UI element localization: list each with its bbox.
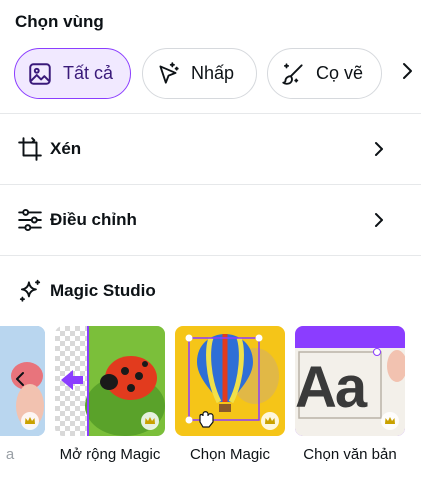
magic-expand-label: Mở rộng Magic bbox=[59, 446, 161, 463]
chips-scroll-right-button[interactable] bbox=[392, 48, 421, 99]
crop-label: Xén bbox=[50, 139, 82, 158]
magic-studio-title: Magic Studio bbox=[50, 281, 156, 300]
chip-all-label: Tất cả bbox=[63, 63, 114, 83]
chip-all[interactable]: Tất cả bbox=[14, 48, 131, 99]
magic-tools-carousel: a Mở rộng Magic Chọn Magic Aa Chọn văn b… bbox=[0, 326, 421, 487]
chip-click[interactable]: Nhấp bbox=[142, 48, 257, 99]
sliders-icon bbox=[17, 207, 43, 233]
selection-chips: Tất cả Nhấp Cọ vẽ bbox=[14, 48, 421, 99]
grab-text-tile[interactable]: Aa bbox=[295, 326, 405, 436]
premium-crown-icon bbox=[21, 412, 39, 430]
magic-studio-header: Magic Studio bbox=[0, 270, 421, 310]
chip-brush-label: Cọ vẽ bbox=[316, 63, 364, 83]
chevron-right-icon bbox=[371, 212, 387, 228]
magic-grab-tile[interactable] bbox=[175, 326, 285, 436]
divider bbox=[0, 255, 421, 256]
crop-row[interactable]: Xén bbox=[0, 114, 421, 184]
magic-expand-tile[interactable] bbox=[55, 326, 165, 436]
adjust-label: Điều chỉnh bbox=[50, 210, 137, 229]
section-title: Chọn vùng bbox=[15, 12, 104, 31]
adjust-row[interactable]: Điều chỉnh bbox=[0, 185, 421, 255]
grab-text-label: Chọn văn bản bbox=[303, 446, 397, 463]
premium-crown-icon bbox=[141, 412, 159, 430]
image-icon bbox=[27, 61, 53, 87]
text-tile-glyphs: Aa bbox=[295, 355, 367, 420]
sparkle-icon bbox=[17, 278, 43, 304]
chip-click-label: Nhấp bbox=[191, 63, 235, 83]
crop-icon bbox=[17, 136, 43, 162]
carousel-prev-button[interactable] bbox=[10, 370, 30, 392]
premium-crown-icon bbox=[381, 412, 399, 430]
magic-cursor-icon bbox=[155, 61, 181, 87]
chevron-right-icon bbox=[371, 141, 387, 157]
chip-brush[interactable]: Cọ vẽ bbox=[267, 48, 382, 99]
premium-crown-icon bbox=[261, 412, 279, 430]
chevron-left-icon bbox=[15, 371, 25, 392]
chevron-right-icon bbox=[401, 62, 413, 85]
magic-grab-label: Chọn Magic bbox=[189, 446, 271, 463]
magic-brush-icon bbox=[280, 61, 306, 87]
